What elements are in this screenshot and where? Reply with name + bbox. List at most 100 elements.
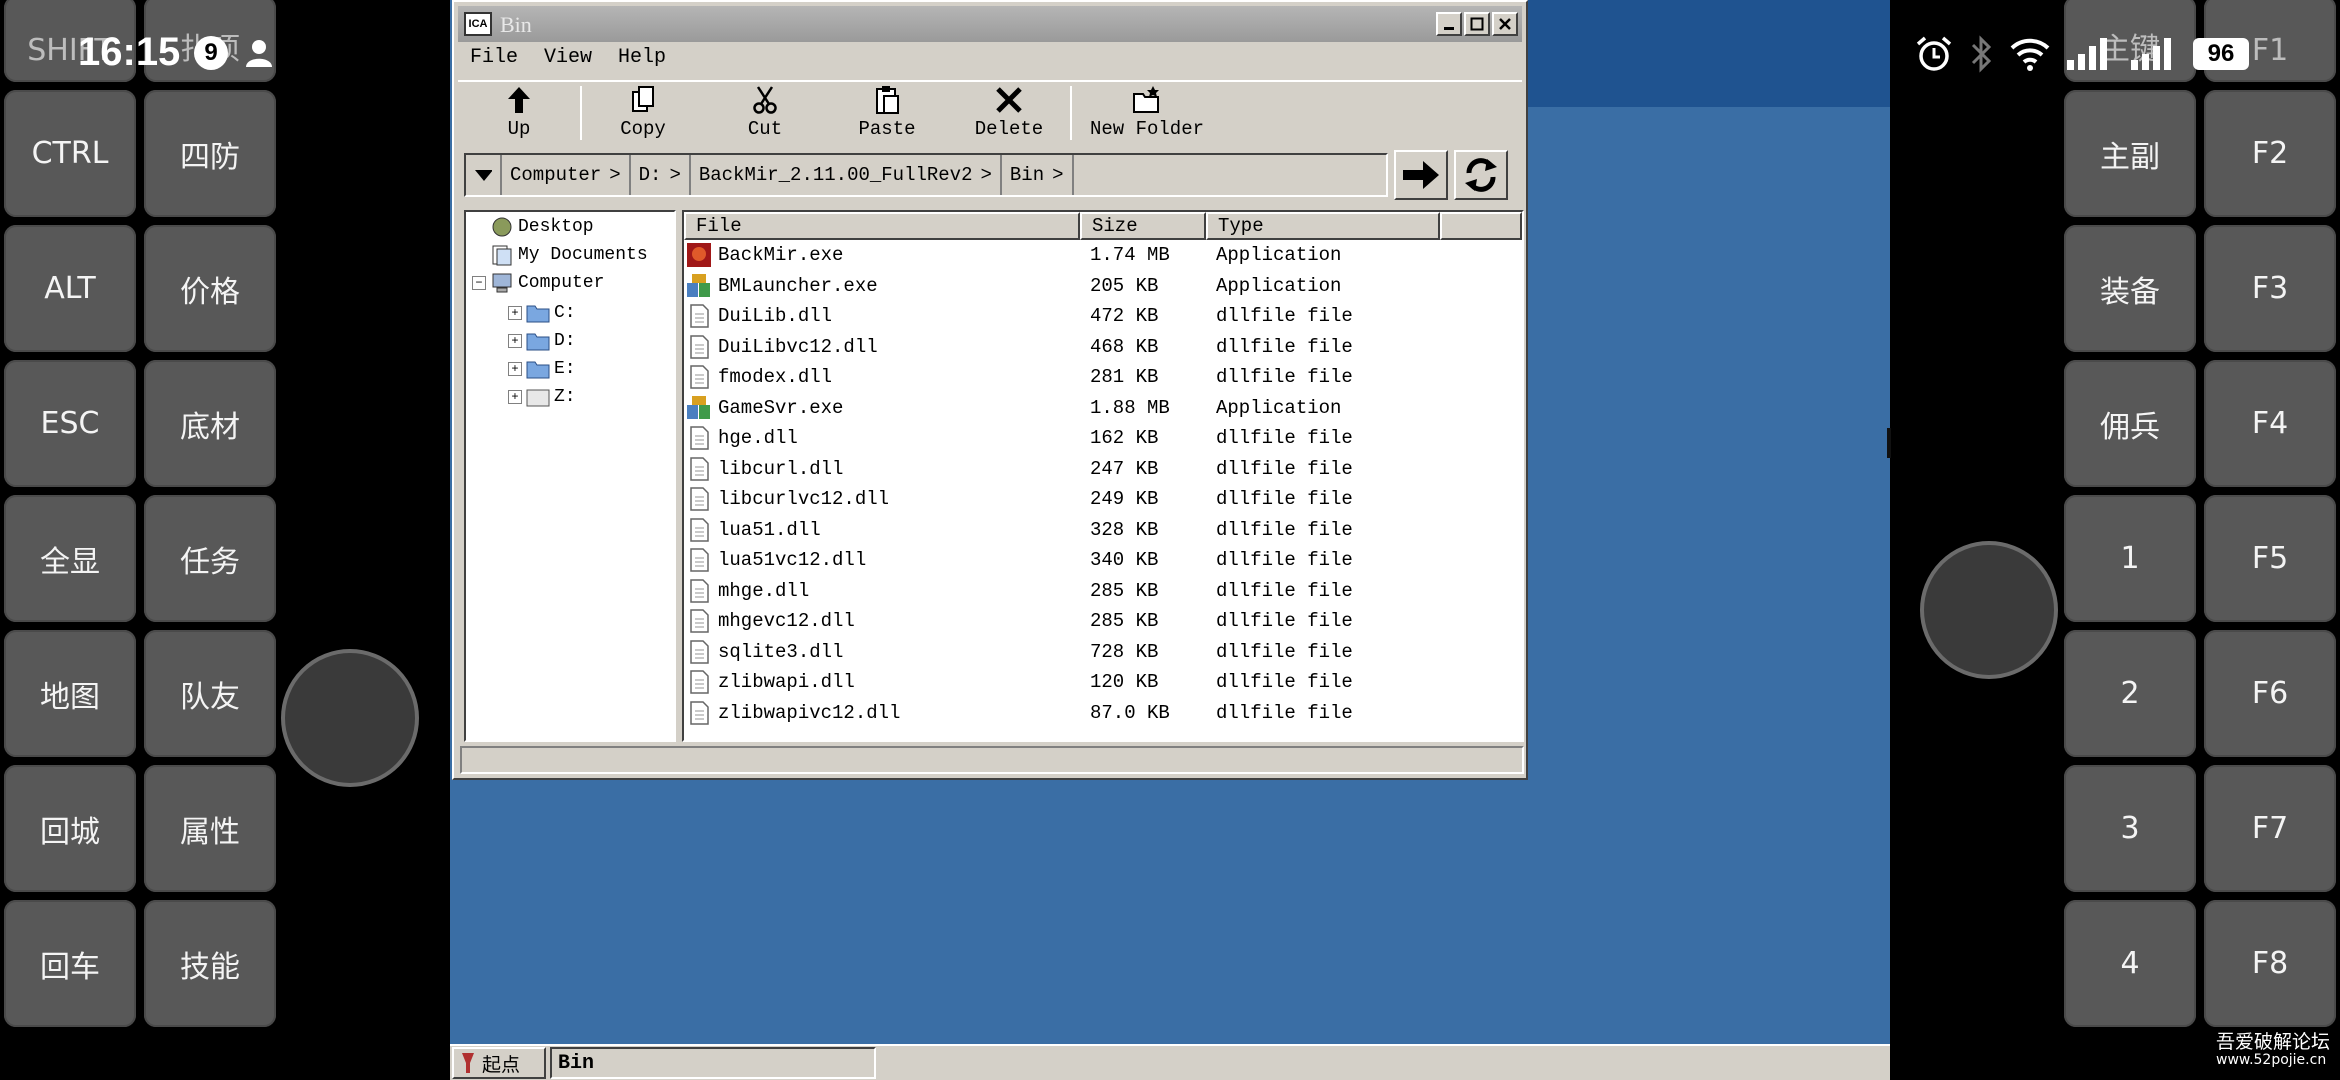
- column-file[interactable]: File: [684, 212, 1080, 240]
- start-button[interactable]: 起点: [452, 1047, 546, 1079]
- key-renwu[interactable]: 任务: [144, 495, 276, 622]
- key-duiyou[interactable]: 队友: [144, 630, 276, 757]
- clock: 16:15: [78, 30, 181, 74]
- tree-item-drive-d[interactable]: + D:: [508, 328, 576, 354]
- file-row[interactable]: mhge.dll 285 KB dllfile file: [684, 576, 1522, 607]
- tree-item-drive-c[interactable]: + C:: [508, 300, 576, 326]
- breadcrumb-computer[interactable]: Computer >: [502, 155, 631, 195]
- key-alt[interactable]: ALT: [4, 225, 136, 352]
- document-icon: [690, 518, 709, 542]
- copy-label: Copy: [620, 118, 666, 140]
- left-joystick[interactable]: [281, 649, 419, 787]
- file-row[interactable]: zlibwapivc12.dll 87.0 KB dllfile file: [684, 698, 1522, 729]
- collapse-icon[interactable]: −: [472, 276, 486, 290]
- file-row[interactable]: BackMir.exe 1.74 MB Application: [684, 240, 1522, 271]
- key-esc[interactable]: ESC: [4, 360, 136, 487]
- key-f6[interactable]: F6: [2204, 630, 2336, 757]
- key-jiage[interactable]: 价格: [144, 225, 276, 352]
- file-row[interactable]: mhgevc12.dll 285 KB dllfile file: [684, 606, 1522, 637]
- history-dropdown[interactable]: [466, 155, 502, 195]
- tree-item-drive-e[interactable]: + E:: [508, 356, 576, 382]
- file-type: dllfile file: [1216, 457, 1353, 480]
- paste-button[interactable]: Paste: [826, 82, 948, 142]
- file-row[interactable]: DuiLibvc12.dll 468 KB dllfile file: [684, 332, 1522, 363]
- file-row[interactable]: sqlite3.dll 728 KB dllfile file: [684, 637, 1522, 668]
- key-jineng[interactable]: 技能: [144, 900, 276, 1027]
- breadcrumb-drive-d[interactable]: D: >: [631, 155, 691, 195]
- key-3[interactable]: 3: [2064, 765, 2196, 892]
- file-row[interactable]: fmodex.dll 281 KB dllfile file: [684, 362, 1522, 393]
- key-f2[interactable]: F2: [2204, 90, 2336, 217]
- person-icon: [246, 40, 272, 67]
- file-row[interactable]: lua51vc12.dll 340 KB dllfile file: [684, 545, 1522, 576]
- expand-icon[interactable]: +: [508, 306, 522, 320]
- key-shuxing[interactable]: 属性: [144, 765, 276, 892]
- bluetooth-icon: [1971, 35, 1992, 73]
- tree-item-desktop[interactable]: Desktop: [490, 214, 594, 240]
- key-1[interactable]: 1: [2064, 495, 2196, 622]
- file-size: 281 KB: [1090, 366, 1159, 389]
- title-bar[interactable]: ICA Bin: [458, 6, 1522, 42]
- delete-label: Delete: [974, 118, 1044, 140]
- key-sifang[interactable]: 四防: [144, 90, 276, 217]
- launcher-app-icon: [687, 395, 710, 419]
- key-f4[interactable]: F4: [2204, 360, 2336, 487]
- menu-file[interactable]: File: [470, 46, 518, 76]
- file-name: DuiLibvc12.dll: [718, 335, 878, 358]
- key-zhufu[interactable]: 主副: [2064, 90, 2196, 217]
- tree-item-my-documents[interactable]: My Documents: [490, 242, 648, 268]
- document-icon: [690, 579, 709, 603]
- expand-icon[interactable]: +: [508, 362, 522, 376]
- breadcrumb-backmir[interactable]: BackMir_2.11.00_FullRev2 >: [691, 155, 1002, 195]
- new-folder-label: New Folder: [1089, 118, 1205, 140]
- file-row[interactable]: BMLauncher.exe 205 KB Application: [684, 271, 1522, 302]
- key-f8[interactable]: F8: [2204, 900, 2336, 1027]
- key-zhuangbei[interactable]: 装备: [2064, 225, 2196, 352]
- file-row[interactable]: hge.dll 162 KB dllfile file: [684, 423, 1522, 454]
- tree-item-drive-z[interactable]: + Z:: [508, 384, 576, 410]
- file-size: 340 KB: [1090, 549, 1159, 572]
- minimize-button[interactable]: [1436, 12, 1462, 36]
- menu-help[interactable]: Help: [618, 46, 666, 76]
- breadcrumb-bin[interactable]: Bin >: [1002, 155, 1074, 195]
- key-4[interactable]: 4: [2064, 900, 2196, 1027]
- key-huicheng[interactable]: 回城: [4, 765, 136, 892]
- file-row[interactable]: libcurlvc12.dll 249 KB dllfile file: [684, 484, 1522, 515]
- go-button[interactable]: [1394, 150, 1448, 200]
- copy-button[interactable]: Copy: [582, 82, 704, 142]
- column-size[interactable]: Size: [1080, 212, 1206, 240]
- key-f3[interactable]: F3: [2204, 225, 2336, 352]
- file-name-cell: mhge.dll: [684, 578, 1080, 604]
- expand-icon[interactable]: +: [508, 390, 522, 404]
- key-quanxian[interactable]: 全显: [4, 495, 136, 622]
- file-row[interactable]: lua51.dll 328 KB dllfile file: [684, 515, 1522, 546]
- key-enter[interactable]: 回车: [4, 900, 136, 1027]
- file-row[interactable]: libcurl.dll 247 KB dllfile file: [684, 454, 1522, 485]
- expand-icon[interactable]: +: [508, 334, 522, 348]
- key-yongbing[interactable]: 佣兵: [2064, 360, 2196, 487]
- delete-button[interactable]: Delete: [948, 82, 1070, 142]
- file-row[interactable]: GameSvr.exe 1.88 MB Application: [684, 393, 1522, 424]
- column-type[interactable]: Type: [1206, 212, 1440, 240]
- key-ctrl[interactable]: CTRL: [4, 90, 136, 217]
- key-ditu[interactable]: 地图: [4, 630, 136, 757]
- file-name: lua51.dll: [718, 518, 821, 541]
- right-joystick[interactable]: [1920, 541, 2058, 679]
- cut-button[interactable]: Cut: [704, 82, 826, 142]
- file-row[interactable]: DuiLib.dll 472 KB dllfile file: [684, 301, 1522, 332]
- refresh-button[interactable]: [1454, 150, 1508, 200]
- key-f7[interactable]: F7: [2204, 765, 2336, 892]
- document-icon: [690, 304, 709, 328]
- file-name-cell: DuiLib.dll: [684, 303, 1080, 329]
- maximize-button[interactable]: [1464, 12, 1490, 36]
- taskbar-item-bin[interactable]: Bin: [550, 1047, 876, 1079]
- close-button[interactable]: [1492, 12, 1518, 36]
- new-folder-button[interactable]: New Folder: [1072, 82, 1222, 142]
- key-2[interactable]: 2: [2064, 630, 2196, 757]
- menu-view[interactable]: View: [544, 46, 592, 76]
- tree-item-computer[interactable]: − Computer: [472, 270, 604, 296]
- file-row[interactable]: zlibwapi.dll 120 KB dllfile file: [684, 667, 1522, 698]
- key-dicai[interactable]: 底材: [144, 360, 276, 487]
- up-button[interactable]: Up: [458, 82, 580, 142]
- key-f5[interactable]: F5: [2204, 495, 2336, 622]
